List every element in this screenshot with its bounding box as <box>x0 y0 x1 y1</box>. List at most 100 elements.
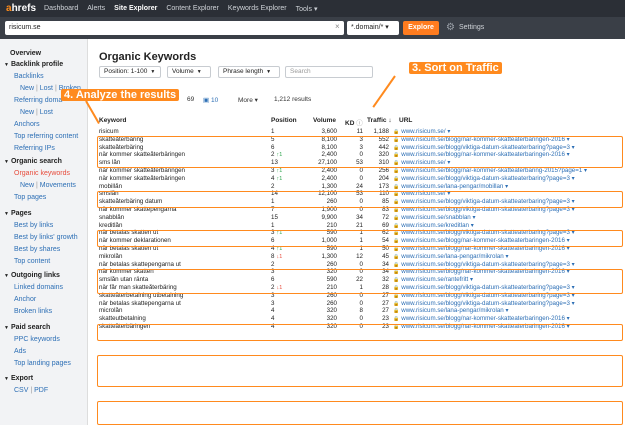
url-text[interactable]: www.risicum.se/blogg/nar-kommer-skatteat… <box>401 268 565 275</box>
url-text[interactable]: www.risicum.se/blogg/viktiga-datum-skatt… <box>401 206 570 213</box>
sidebar-item-new[interactable]: New <box>20 182 34 189</box>
nav-alerts[interactable]: Alerts <box>87 5 105 12</box>
mode-select[interactable]: *.domain/* ▾ <box>347 21 399 35</box>
keyword-cell[interactable]: snabblån <box>99 214 269 222</box>
chevron-down-icon[interactable]: ▾ <box>572 284 575 291</box>
position-filter[interactable]: Position: 1-100 ▼ <box>99 66 161 78</box>
sidebar-item-top-landing-pages[interactable]: Top landing pages <box>14 359 71 368</box>
chevron-down-icon[interactable]: ▾ <box>447 128 450 135</box>
col-kd[interactable]: KD ⓘ <box>345 117 363 127</box>
chevron-down-icon[interactable]: ▾ <box>567 136 570 143</box>
sidebar-item-linked-domains[interactable]: Linked domains <box>14 283 63 292</box>
chevron-down-icon[interactable]: ▾ <box>505 307 508 314</box>
url-text[interactable]: www.risicum.se/lana-pengar/mikrolan <box>401 307 503 314</box>
url-text[interactable]: www.risicum.se/snabblan <box>401 214 470 221</box>
keyword-cell[interactable]: kreditlån <box>99 222 269 230</box>
summary-count-a[interactable]: 69 <box>187 96 194 103</box>
url-text[interactable]: www.risicum.se/blogg/viktiga-datum-skatt… <box>401 284 570 291</box>
sidebar-item-anchor[interactable]: Anchor <box>14 295 36 304</box>
keyword-cell[interactable]: smslån <box>99 190 269 198</box>
url-text[interactable]: www.risicum.se/rantefritt <box>401 276 468 283</box>
chevron-down-icon[interactable]: ▾ <box>572 300 575 307</box>
chevron-down-icon[interactable]: ▾ <box>572 206 575 213</box>
keyword-cell[interactable]: när kommer skatteåterbäringen <box>99 151 269 159</box>
keyword-cell[interactable]: när betalas skatten ut <box>99 245 269 253</box>
nav-dashboard[interactable]: Dashboard <box>44 5 78 12</box>
chevron-down-icon[interactable]: ▾ <box>567 151 570 158</box>
sidebar-item-top-content[interactable]: Top content <box>14 257 50 266</box>
keyword-cell[interactable]: när kommer skattepengarna <box>99 206 269 214</box>
chevron-down-icon[interactable]: ▾ <box>471 222 474 229</box>
export-pdf-link[interactable]: PDF <box>34 387 48 394</box>
sidebar-item-lost[interactable]: Lost <box>40 109 53 116</box>
chevron-down-icon[interactable]: ▾ <box>470 276 473 283</box>
sidebar-item-top-referring-content[interactable]: Top referring content <box>14 132 78 141</box>
keyword-cell[interactable]: skatteåterbäring <box>99 144 269 152</box>
keyword-cell[interactable]: när betalas skattepengarna ut <box>99 300 269 308</box>
url-text[interactable]: www.risicum.se/blogg/nar-kommer-skatteat… <box>401 315 565 322</box>
sidebar-item-anchors[interactable]: Anchors <box>14 120 40 129</box>
sidebar-item-new[interactable]: New <box>20 109 34 116</box>
url-text[interactable]: www.risicum.se/kreditlan <box>401 222 469 229</box>
url-text[interactable]: www.risicum.se/lana-pengar/mikrolan <box>401 253 503 260</box>
ahrefs-logo[interactable]: a hrefs <box>6 3 36 14</box>
url-text[interactable]: www.risicum.se/blogg/viktiga-datum-skatt… <box>401 144 570 151</box>
sidebar-item-referring-domains[interactable]: Referring doma <box>14 96 62 105</box>
keyword-cell[interactable]: microlån <box>99 307 269 315</box>
keyword-cell[interactable]: mikrolån <box>99 253 269 261</box>
url-text[interactable]: www.risicum.se/blogg/viktiga-datum-skatt… <box>401 300 570 307</box>
keyword-cell[interactable]: när kommer skatten <box>99 268 269 276</box>
chevron-down-icon[interactable]: ▾ <box>572 292 575 299</box>
sidebar-item-top-pages[interactable]: Top pages <box>14 193 46 202</box>
sidebar-item-ppc-keywords[interactable]: PPC keywords <box>14 335 60 344</box>
nav-tools[interactable]: Tools ▾ <box>296 5 318 13</box>
keyword-cell[interactable]: när betalas skattepengarna ut <box>99 261 269 269</box>
export-csv-link[interactable]: CSV <box>14 387 28 394</box>
keyword-cell[interactable]: när får man skatteåterbäring <box>99 284 269 292</box>
chevron-down-icon[interactable]: ▾ <box>567 323 570 330</box>
sidebar-item-broken-links[interactable]: Broken links <box>14 307 52 316</box>
col-keyword[interactable]: Keyword <box>99 117 126 124</box>
url-text[interactable]: www.risicum.se/blogg/viktiga-datum-skatt… <box>401 198 570 205</box>
url-text[interactable]: www.risicum.se/blogg/viktiga-datum-skatt… <box>401 261 570 268</box>
summary-count-b[interactable]: 10 <box>211 97 218 104</box>
chevron-down-icon[interactable]: ▾ <box>567 245 570 252</box>
chevron-down-icon[interactable]: ▾ <box>567 237 570 244</box>
url-text[interactable]: www.risicum.se/ <box>401 159 445 166</box>
sidebar-overview[interactable]: Overview <box>10 49 41 58</box>
keyword-cell[interactable]: sms lån <box>99 159 269 167</box>
chevron-down-icon[interactable]: ▾ <box>572 229 575 236</box>
url-cell[interactable]: 🔒 www.risicum.se/blogg/nar-kommer-skattea… <box>393 323 623 332</box>
more-dropdown[interactable]: More ▾ <box>238 96 258 104</box>
chevron-down-icon[interactable]: ▾ <box>572 261 575 268</box>
url-text[interactable]: www.risicum.se/blogg/nar-kommer-skatteat… <box>401 167 582 174</box>
url-text[interactable]: www.risicum.se/ <box>401 128 445 135</box>
clear-icon[interactable]: × <box>335 22 340 31</box>
keyword-cell[interactable]: skatteåterbäringen <box>99 323 269 331</box>
settings-button[interactable]: ⚙ Settings <box>446 21 484 35</box>
nav-site-explorer[interactable]: Site Explorer <box>114 5 157 12</box>
nav-content-explorer[interactable]: Content Explorer <box>166 5 219 12</box>
chevron-down-icon[interactable]: ▾ <box>572 198 575 205</box>
keyword-search-input[interactable]: Search <box>285 66 373 78</box>
col-volume[interactable]: Volume <box>313 117 336 124</box>
chevron-down-icon[interactable]: ▾ <box>567 268 570 275</box>
col-position[interactable]: Position <box>271 117 297 124</box>
sidebar-item-lost[interactable]: Lost <box>40 85 53 92</box>
chevron-down-icon[interactable]: ▾ <box>584 167 587 174</box>
url-text[interactable]: www.risicum.se/ <box>401 190 445 197</box>
sidebar-item-organic-keywords[interactable]: Organic keywords <box>14 169 70 178</box>
sidebar-item-referring-ips[interactable]: Referring IPs <box>14 144 55 153</box>
keyword-cell[interactable]: skatteåterbetalning utbetalning <box>99 292 269 300</box>
url-text[interactable]: www.risicum.se/blogg/nar-kommer-skatteat… <box>401 136 565 143</box>
keyword-cell[interactable]: skatteåterbäring datum <box>99 198 269 206</box>
url-text[interactable]: www.risicum.se/blogg/nar-kommer-skatteat… <box>401 323 565 330</box>
sidebar-item-ads[interactable]: Ads <box>14 347 26 356</box>
chevron-down-icon[interactable]: ▾ <box>472 214 475 221</box>
chevron-down-icon[interactable]: ▾ <box>572 175 575 182</box>
chevron-down-icon[interactable]: ▾ <box>567 315 570 322</box>
keyword-cell[interactable]: när kommer deklarationen <box>99 237 269 245</box>
chevron-down-icon[interactable]: ▾ <box>572 144 575 151</box>
url-text[interactable]: www.risicum.se/blogg/viktiga-datum-skatt… <box>401 175 570 182</box>
chevron-down-icon[interactable]: ▾ <box>505 253 508 260</box>
